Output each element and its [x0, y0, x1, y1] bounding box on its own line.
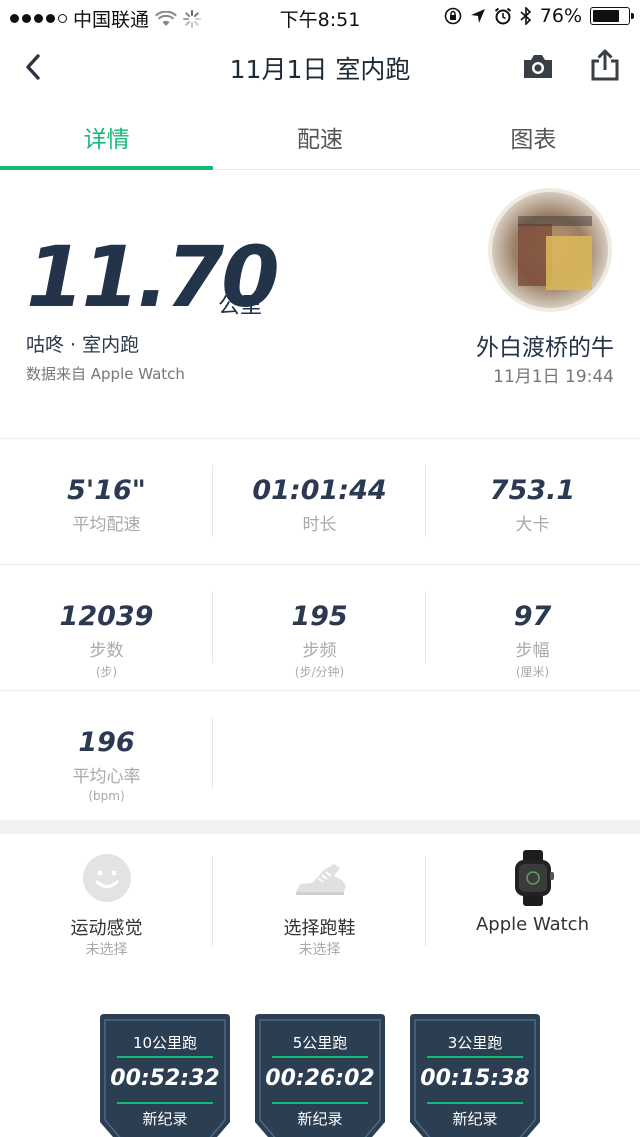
stat-avg-pace: 5'16" 平均配速 [0, 439, 213, 564]
badge-new-record: 新纪录 [452, 1110, 498, 1128]
stat-label: 大卡 [515, 515, 550, 535]
badge-title: 3公里跑 [447, 1034, 503, 1052]
stat-calories: 753.1 大卡 [426, 439, 639, 564]
run-type: 咕咚 · 室内跑 [26, 334, 140, 356]
stat-label: 平均心率 [72, 767, 141, 787]
stat-unit: (步/分钟) [294, 665, 345, 679]
feedback-row: 运动感觉 未选择 选择跑鞋 未选择 Apple Watch [0, 834, 640, 974]
stats-row: 196 平均心率 (bpm) [0, 690, 640, 816]
device-label: Apple Watch [475, 914, 589, 935]
tab-details[interactable]: 详情 [0, 100, 214, 170]
stat-steps: 12039 步数 (步) [0, 565, 213, 690]
location-icon [470, 9, 485, 23]
stats-row: 5'16" 平均配速 01:01:44 时长 753.1 大卡 [0, 438, 640, 564]
stat-value: 195 [291, 601, 348, 632]
alarm-icon [494, 7, 511, 25]
badge-new-record: 新纪录 [297, 1110, 343, 1128]
stat-label: 平均配速 [72, 515, 141, 535]
apple-watch-icon [514, 850, 554, 906]
shoe-status: 未选择 [298, 942, 341, 958]
battery-level-fill [593, 10, 619, 22]
stat-unit: (步) [95, 665, 118, 679]
stat-unit: (bpm) [88, 789, 125, 803]
record-badges: 10公里跑 00:52:32 新纪录 5公里跑 00:26:02 新纪录 3公里… [0, 1010, 640, 1137]
badge-title: 5公里跑 [292, 1034, 348, 1052]
status-bar-right: 76% [444, 5, 634, 27]
tab-charts[interactable]: 图表 [427, 100, 640, 169]
stat-value: 01:01:44 [252, 475, 387, 506]
shoe-icon [295, 864, 346, 895]
stat-label: 步频 [302, 641, 337, 661]
stat-value: 12039 [59, 601, 154, 632]
stat-avg-heart-rate: 196 平均心率 (bpm) [0, 691, 213, 816]
stat-cadence: 195 步频 (步/分钟) [213, 565, 426, 690]
stat-stride: 97 步幅 (厘米) [426, 565, 639, 690]
orientation-lock-icon [444, 7, 462, 25]
stat-duration: 01:01:44 时长 [213, 439, 426, 564]
smiley-icon [82, 854, 131, 902]
data-source: 数据来自 Apple Watch [26, 365, 185, 383]
record-badge-10k[interactable]: 10公里跑 00:52:32 新纪录 [95, 1014, 235, 1137]
status-bar: 中国联通 下午8:51 76% [0, 0, 640, 34]
badge-new-record: 新纪录 [142, 1110, 188, 1128]
shoe-selector[interactable]: 选择跑鞋 未选择 [213, 834, 426, 974]
badge-time: 00:15:38 [420, 1066, 530, 1091]
stat-value: 5'16" [67, 475, 146, 506]
run-summary: 11.70 公里 咕咚 · 室内跑 数据来自 Apple Watch 外白渡桥的… [0, 170, 640, 438]
record-badge-5k[interactable]: 5公里跑 00:26:02 新纪录 [250, 1014, 390, 1137]
feeling-status: 未选择 [85, 942, 128, 958]
badge-title: 10公里跑 [132, 1034, 198, 1052]
stats-row: 12039 步数 (步) 195 步频 (步/分钟) 97 步幅 (厘米) [0, 564, 640, 690]
stat-value: 753.1 [489, 475, 576, 506]
distance-unit: 公里 [218, 294, 263, 319]
feeling-selector[interactable]: 运动感觉 未选择 [0, 834, 213, 974]
badge-time: 00:52:32 [110, 1066, 220, 1091]
share-icon[interactable] [590, 48, 620, 82]
stat-label: 时长 [302, 515, 337, 535]
run-datetime: 11月1日 19:44 [493, 367, 614, 387]
badge-time: 00:26:02 [265, 1066, 375, 1091]
stats-grid: 5'16" 平均配速 01:01:44 时长 753.1 大卡 12039 步数… [0, 438, 640, 816]
stat-label: 步幅 [515, 641, 550, 661]
stat-unit: (厘米) [515, 665, 550, 679]
stat-value: 196 [78, 727, 135, 758]
camera-icon[interactable] [522, 52, 554, 80]
stat-label: 步数 [89, 641, 124, 661]
stat-value: 97 [513, 601, 552, 632]
battery-icon [590, 7, 634, 25]
section-divider [0, 820, 640, 834]
battery-percent: 76% [539, 5, 582, 27]
user-name[interactable]: 外白渡桥的牛 [476, 328, 614, 362]
nav-bar: 11月1日 室内跑 [0, 34, 640, 100]
shoe-label: 选择跑鞋 [283, 918, 356, 939]
tab-bar: 详情 配速 图表 [0, 100, 640, 170]
feeling-label: 运动感觉 [70, 918, 143, 939]
record-badge-3k[interactable]: 3公里跑 00:15:38 新纪录 [405, 1014, 545, 1137]
device-info[interactable]: Apple Watch [426, 834, 639, 974]
tab-pace[interactable]: 配速 [213, 100, 426, 169]
bluetooth-icon [520, 7, 531, 25]
avatar[interactable] [488, 188, 612, 312]
